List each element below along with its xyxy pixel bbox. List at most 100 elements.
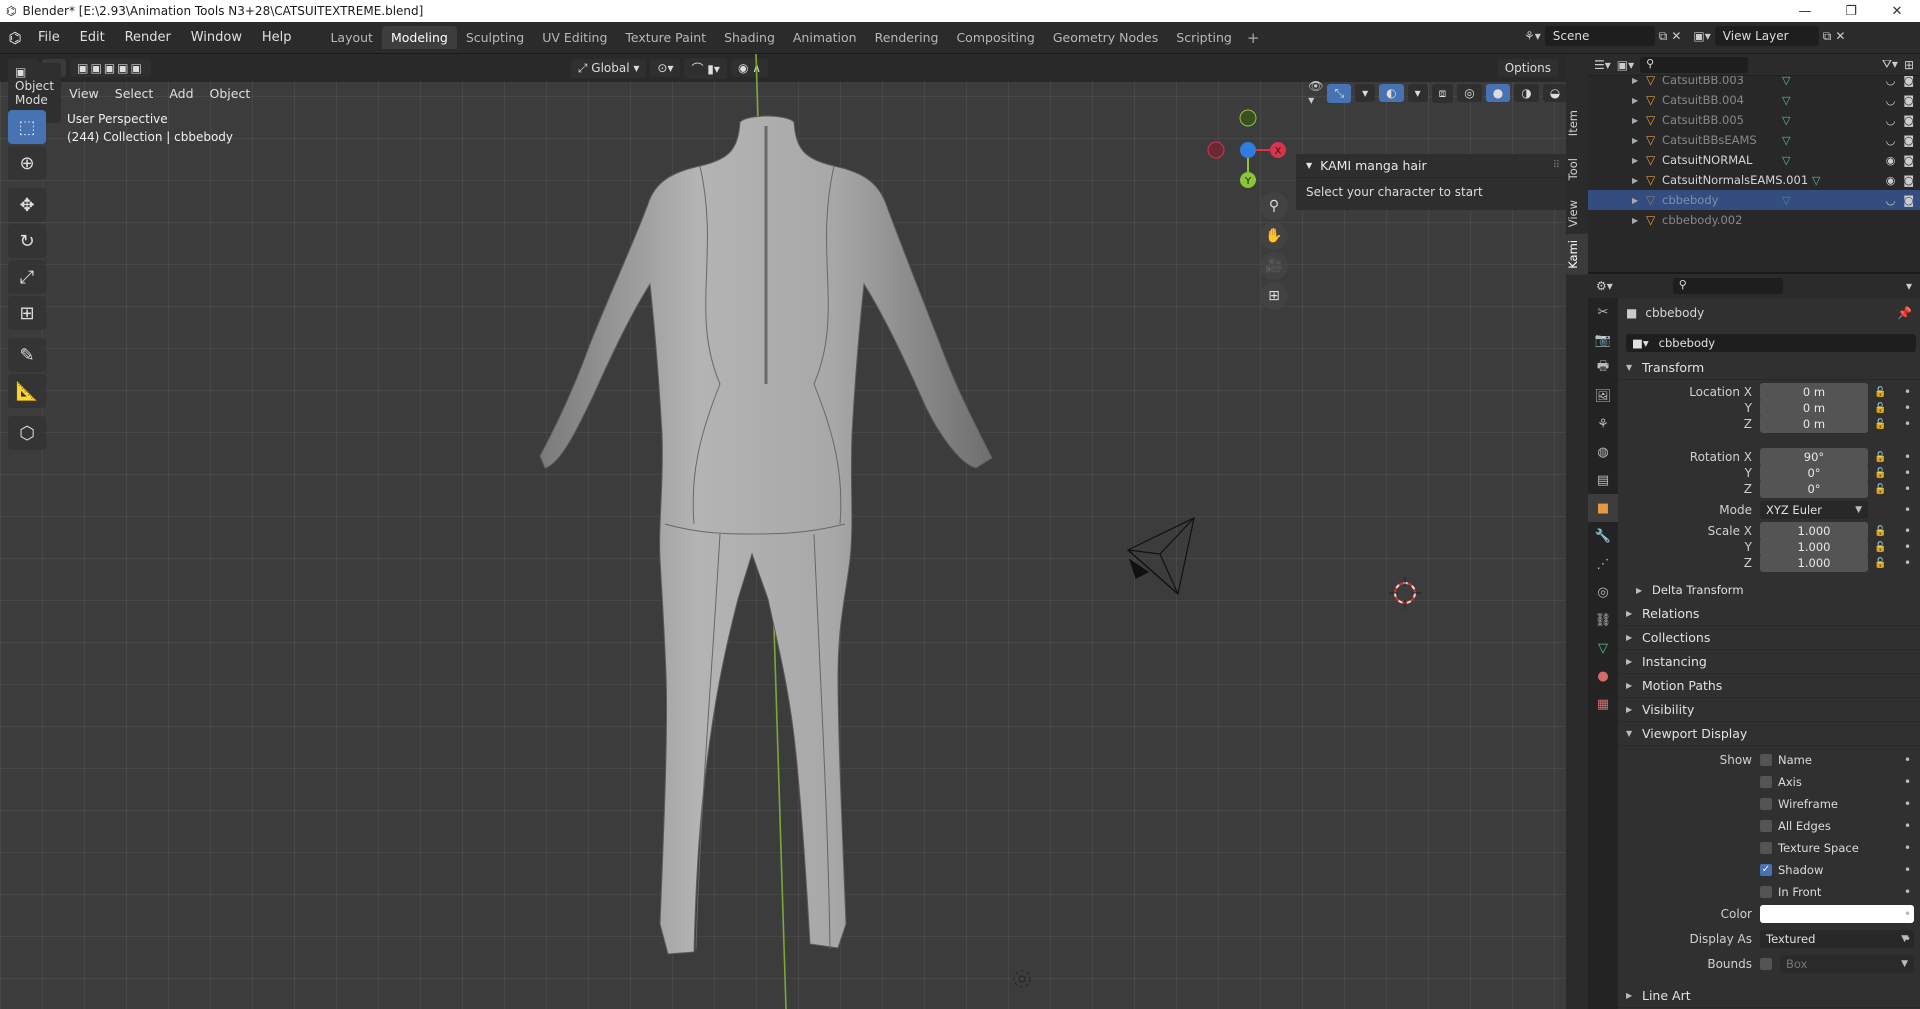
expand-arrow-icon[interactable]: ▶ (1632, 176, 1646, 185)
keyframe-dot-icon[interactable]: • (1904, 907, 1911, 921)
scene-close-icon[interactable]: ✕ (1671, 29, 1681, 43)
new-collection-icon[interactable]: ⊞ (1904, 58, 1914, 72)
pin-icon[interactable]: 📌 (1897, 306, 1912, 320)
camera-object[interactable] (1126, 516, 1195, 596)
name-checkbox[interactable]: Name (1760, 753, 1812, 767)
render-properties-icon[interactable]: 📷 (1588, 326, 1618, 354)
keyframe-dot-icon[interactable]: • (1904, 482, 1911, 496)
tab-scripting[interactable]: Scripting (1167, 26, 1241, 49)
keyframe-dot-icon[interactable]: • (1904, 885, 1911, 899)
view-layer-properties-icon[interactable]: 🖼 (1588, 382, 1618, 410)
menu-window[interactable]: Window (183, 30, 250, 45)
scene-properties-icon[interactable]: ⚘ (1588, 410, 1618, 438)
maximize-button[interactable]: ❐ (1828, 0, 1874, 22)
hidden-eye-icon[interactable]: ◡ (1886, 134, 1896, 147)
tab-rendering[interactable]: Rendering (866, 26, 948, 49)
modifier-properties-icon[interactable]: 🔧 (1588, 522, 1618, 550)
object-properties-icon[interactable]: ■ (1588, 494, 1618, 522)
light-object[interactable] (1013, 970, 1031, 988)
3d-cursor[interactable] (1389, 577, 1421, 609)
rotation-mode-dropdown[interactable]: XYZ Euler ▼ (1760, 501, 1868, 519)
keyframe-dot-icon[interactable]: • (1904, 503, 1911, 517)
catsuit-body-mesh[interactable] (539, 115, 993, 955)
keyframe-dot-icon[interactable]: • (1904, 401, 1911, 415)
display-as-dropdown[interactable]: Textured ▼ (1760, 930, 1914, 948)
camera-render-icon[interactable]: ◙ (1903, 194, 1914, 207)
outliner-row[interactable]: ▶ ▽ CatsuitBB.003 ▽ ◡ ◙ (1588, 76, 1920, 90)
outliner-row[interactable]: ▶ ▽ CatsuitNORMAL ▽ ◉ ◙ (1588, 150, 1920, 170)
pan-hand-icon[interactable]: ✋ (1260, 222, 1288, 250)
keyframe-dot-icon[interactable]: • (1904, 540, 1911, 554)
texture-properties-icon[interactable]: ▦ (1588, 690, 1618, 718)
motion-paths-section-header[interactable]: ▶ Motion Paths (1618, 674, 1920, 698)
collections-section-header[interactable]: ▶ Collections (1618, 626, 1920, 650)
select-box-icon[interactable]: ⬚ (8, 110, 46, 144)
keyframe-dot-icon[interactable]: • (1904, 841, 1911, 855)
physics-properties-icon[interactable]: ◎ (1588, 578, 1618, 606)
camera-render-icon[interactable]: ◙ (1903, 76, 1914, 87)
collection-properties-icon[interactable]: ▤ (1588, 466, 1618, 494)
menu-help[interactable]: Help (254, 30, 300, 45)
lock-icon[interactable]: 🔓 (1874, 526, 1886, 537)
line-art-section-header[interactable]: ▶ Line Art (1618, 984, 1920, 1008)
instancing-section-header[interactable]: ▶ Instancing (1618, 650, 1920, 674)
kami-panel-header[interactable]: ▼ KAMI manga hair ⠿ (1296, 154, 1566, 178)
keyframe-dot-icon[interactable]: • (1904, 450, 1911, 464)
expand-arrow-icon[interactable]: ▶ (1632, 76, 1646, 85)
display-mode-icon[interactable]: ▣▾ (1617, 58, 1634, 72)
object-data-properties-icon[interactable]: ▽ (1588, 634, 1618, 662)
navigation-gizmo[interactable]: X Y (1207, 109, 1286, 188)
material-properties-icon[interactable]: ● (1588, 662, 1618, 690)
scale-z-field[interactable]: 1.000 (1760, 554, 1868, 572)
sidebar-tab-item[interactable]: Item (1566, 104, 1588, 142)
keyframe-dot-icon[interactable]: • (1904, 556, 1911, 570)
tab-modeling[interactable]: Modeling (381, 26, 457, 49)
add-workspace-icon[interactable]: + (1241, 29, 1266, 47)
camera-render-icon[interactable]: ◙ (1903, 114, 1914, 127)
location-z-field[interactable]: 0 m (1760, 415, 1868, 433)
keyframe-dot-icon[interactable]: • (1904, 524, 1911, 538)
in-front-checkbox[interactable]: In Front (1760, 885, 1821, 899)
keyframe-dot-icon[interactable]: • (1904, 819, 1911, 833)
expand-arrow-icon[interactable]: ▶ (1632, 96, 1646, 105)
blender-menu-icon[interactable]: ⌬ (0, 29, 30, 47)
tab-texture-paint[interactable]: Texture Paint (616, 26, 715, 49)
output-properties-icon[interactable]: 🖶 (1588, 354, 1618, 382)
close-button[interactable]: ✕ (1874, 0, 1920, 22)
keyframe-dot-icon[interactable]: • (1904, 775, 1911, 789)
outliner-row[interactable]: ▶ ▽ CatsuitBB.004 ▽ ◡ ◙ (1588, 90, 1920, 110)
texture-space-checkbox[interactable]: Texture Space (1760, 841, 1859, 855)
tab-uv-editing[interactable]: UV Editing (533, 26, 616, 49)
lock-icon[interactable]: 🔓 (1874, 484, 1886, 495)
lock-icon[interactable]: 🔓 (1874, 558, 1886, 569)
3d-viewport[interactable]: ⊞▾ ⇖ ▣▣▣▣▣ ⤢ Global ▾ ⊙▾ ⌒ ▮▾ ◉ ∧ Option… (0, 54, 1566, 1009)
hidden-eye-icon[interactable]: ◡ (1886, 194, 1896, 207)
particles-properties-icon[interactable]: ⋰ (1588, 550, 1618, 578)
rotate-icon[interactable]: ↻ (8, 224, 46, 258)
keyframe-dot-icon[interactable]: • (1904, 466, 1911, 480)
camera-render-icon[interactable]: ◙ (1903, 154, 1914, 167)
annotate-icon[interactable]: ✎ (8, 338, 46, 372)
minimize-button[interactable]: — (1782, 0, 1828, 22)
outliner-row[interactable]: ▶ ▽ cbbebody.002 (1588, 210, 1920, 230)
sidebar-tab-tool[interactable]: Tool (1566, 152, 1588, 186)
scene-field[interactable]: Scene (1544, 26, 1655, 46)
view-layer-new-icon[interactable]: ⧉ (1823, 29, 1832, 44)
keyframe-dot-icon[interactable]: • (1904, 863, 1911, 877)
perspective-grid-icon[interactable]: ⊞ (1260, 282, 1288, 310)
drag-handle-icon[interactable]: ⠿ (1553, 160, 1560, 171)
zoom-icon[interactable]: ⚲ (1260, 192, 1288, 220)
bounds-checkbox[interactable] (1760, 958, 1772, 970)
lock-icon[interactable]: 🔓 (1874, 387, 1886, 398)
bounds-type-dropdown[interactable]: Box ▼ (1780, 955, 1914, 973)
scale-icon[interactable]: ⤢ (8, 260, 46, 294)
outliner-search[interactable]: ⚲ (1640, 56, 1749, 73)
keyframe-dot-icon[interactable]: • (1904, 385, 1911, 399)
tab-layout[interactable]: Layout (321, 26, 382, 49)
viewport-display-section-header[interactable]: ▼ Viewport Display (1618, 722, 1920, 746)
tab-geometry-nodes[interactable]: Geometry Nodes (1044, 26, 1167, 49)
object-browse-icon[interactable]: ■▾ (1632, 336, 1649, 350)
axis-checkbox[interactable]: Axis (1760, 775, 1802, 789)
scene-icon[interactable]: ⚘▾ (1524, 29, 1541, 43)
eye-icon[interactable]: ◉ (1886, 154, 1896, 167)
